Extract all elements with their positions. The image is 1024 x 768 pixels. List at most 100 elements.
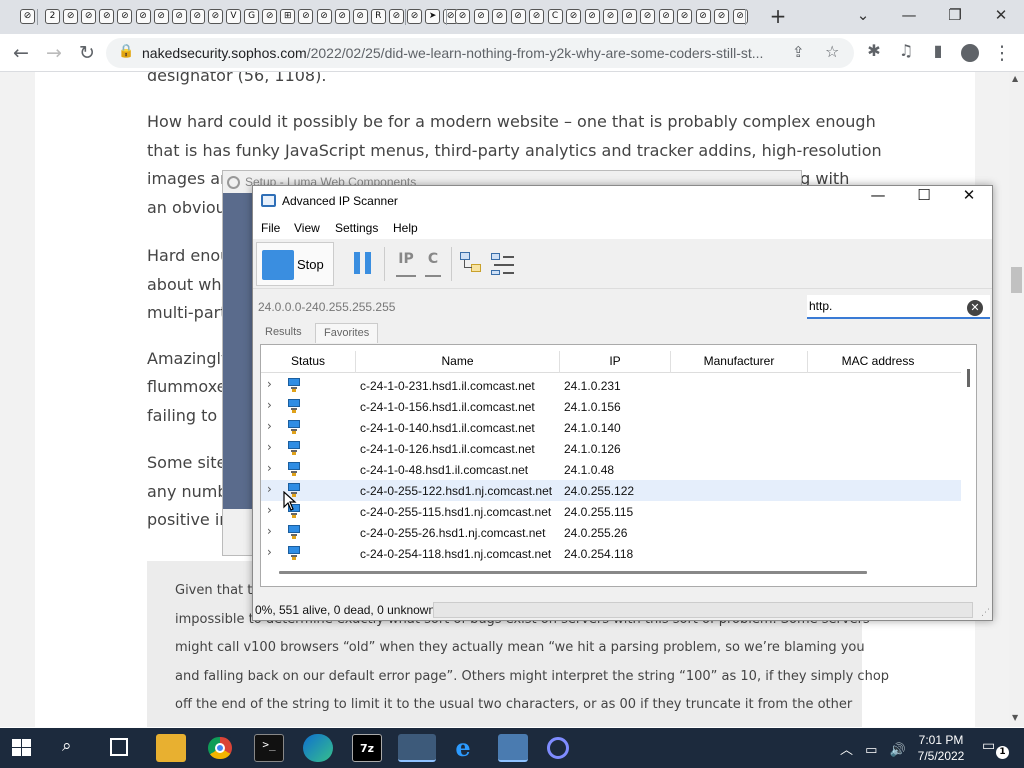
search-input[interactable] [807,295,990,319]
scanner-minimize-icon[interactable]: — [855,186,901,216]
extensions-icon[interactable]: ✱ [862,41,886,65]
show-hidden-icons-icon[interactable]: ︿ [840,743,853,758]
scroll-thumb[interactable] [1011,267,1022,293]
file-explorer-icon[interactable] [156,734,186,762]
tab-favicon[interactable]: ⊘ [473,9,489,24]
scroll-up-icon[interactable]: ▲ [1012,74,1018,83]
browser-menu-icon[interactable]: ⋮ [990,41,1014,65]
table-row[interactable]: › c-24-0-255-122.hsd1.nj.comcast.net 24.0.… [261,480,961,501]
internet-explorer-icon[interactable]: e [448,734,478,762]
class-c-subnet-button[interactable]: C [425,251,441,277]
scanner-close-icon[interactable]: ✕ [946,186,992,216]
expand-chevron-icon[interactable]: › [267,482,272,496]
tab-favicon[interactable]: ➤ [425,9,441,24]
expand-chevron-icon[interactable]: › [267,440,272,454]
scroll-down-icon[interactable]: ▼ [1012,713,1018,722]
table-row[interactable]: › c-24-1-0-126.hsd1.il.comcast.net 24.1.0.… [261,438,961,459]
notification-center-icon[interactable]: ▭ 1 [982,738,1009,759]
ip-scanner-window[interactable]: Advanced IP Scanner — ☐ ✕ File View Sett… [252,185,993,621]
tab-favicon[interactable]: ⊘ [262,9,278,24]
collapse-all-icon[interactable] [491,252,515,276]
results-grid[interactable]: Status Name IP Manufacturer MAC address … [260,344,977,587]
tab-favicon[interactable]: ⊘ [388,9,404,24]
grid-vertical-scrollbar[interactable] [967,369,970,387]
tab-favicon[interactable]: ⊘ [135,9,151,24]
new-tab-button[interactable]: + [768,4,788,28]
lock-icon[interactable]: 🔒 [118,44,134,59]
table-row[interactable]: › c-24-0-255-26.hsd1.nj.comcast.net 24.0.2… [261,522,961,543]
tab-favicon[interactable]: ⊘ [99,9,115,24]
tab-favicon[interactable]: ⊘ [492,9,507,24]
menu-file[interactable]: File [261,221,280,235]
tab-favicon[interactable]: ⊘ [334,9,350,24]
column-status[interactable]: Status [261,354,355,368]
tab-favicon[interactable]: ⊘ [677,9,692,24]
media-control-icon[interactable]: ♫ [894,41,918,65]
volume-icon[interactable]: 🔊 [890,743,906,758]
share-icon[interactable]: ⇪ [792,43,805,61]
tab-favicon[interactable]: ⊘ [207,9,223,24]
task-view-icon[interactable] [110,738,128,756]
tab-favicon[interactable]: ⊘ [510,9,526,24]
network-app-icon[interactable] [498,734,528,762]
scanner-title-bar[interactable]: Advanced IP Scanner — ☐ ✕ [253,186,992,217]
expand-chevron-icon[interactable]: › [267,419,272,433]
column-ip[interactable]: IP [560,354,670,368]
reload-icon[interactable]: ↻ [75,41,99,65]
restore-icon[interactable]: ❐ [932,0,978,32]
taskbar-clock[interactable]: 7:01 PM 7/5/2022 [917,732,965,764]
table-row[interactable]: › c-24-1-0-156.hsd1.il.comcast.net 24.1.0.… [261,396,961,417]
tab-favicon[interactable]: ⊞ [280,9,296,24]
clear-search-icon[interactable]: ✕ [967,300,983,316]
tab-favicon[interactable]: ⊘ [20,9,35,24]
expand-all-icon[interactable] [460,252,484,276]
tab-favicon[interactable]: 2 [45,9,60,24]
menu-view[interactable]: View [294,221,320,235]
ip-range-input[interactable] [256,296,800,318]
chrome-icon[interactable] [205,734,235,762]
tab-favicon[interactable]: ⊘ [171,9,187,24]
expand-chevron-icon[interactable]: › [267,398,272,412]
table-row[interactable]: › c-24-1-0-231.hsd1.il.comcast.net 24.1.0.… [261,375,961,396]
table-row[interactable]: › c-24-0-254-118.hsd1.nj.comcast.net 24.0.… [261,543,961,564]
edge-icon[interactable] [303,734,333,762]
tab-favicon[interactable]: ⊘ [640,9,655,24]
menu-help[interactable]: Help [393,221,418,235]
column-mac-address[interactable]: MAC address [808,354,948,368]
close-window-icon[interactable]: ✕ [978,0,1024,32]
tab-favicon[interactable]: ⊘ [584,9,600,24]
expand-chevron-icon[interactable]: › [267,545,272,559]
ip-scanner-taskbar-icon[interactable] [398,734,436,762]
bookmark-star-icon[interactable]: ☆ [825,42,839,61]
expand-chevron-icon[interactable]: › [267,461,272,475]
pause-button[interactable] [354,252,372,274]
tab-favicon[interactable]: ⊘ [316,9,332,24]
tab-favicon[interactable]: C [547,9,563,24]
tab-favicon[interactable]: ⊘ [714,9,729,24]
side-panel-icon[interactable]: ▮ [926,41,950,65]
tab-favicon[interactable]: ⊘ [81,9,97,24]
page-scrollbar[interactable]: ▲ ▼ [1009,72,1024,727]
tab-favicon[interactable]: V [226,9,241,24]
tab-favicon[interactable]: ⊘ [529,9,544,24]
menu-settings[interactable]: Settings [335,221,378,235]
tab-favicon[interactable]: ⊘ [455,9,470,24]
scanner-maximize-icon[interactable]: ☐ [901,186,947,216]
tab-search-icon[interactable]: ⌄ [840,0,886,32]
tab-favicon[interactable]: ⊘ [298,9,314,24]
expand-chevron-icon[interactable]: › [267,377,272,391]
tab-favicon[interactable]: ⊘ [621,9,637,24]
forward-icon[interactable]: → [42,41,66,65]
column-name[interactable]: Name [356,354,559,368]
tab-favicon[interactable]: ⊘ [63,9,79,24]
tab-favicon[interactable]: R [370,9,386,24]
expand-chevron-icon[interactable]: › [267,503,272,517]
table-row[interactable]: › c-24-1-0-140.hsd1.il.comcast.net 24.1.0.… [261,417,961,438]
tab-favicon[interactable]: ⊘ [153,9,169,24]
grid-horizontal-scrollbar[interactable] [279,571,867,574]
resize-grip-icon[interactable]: ⋰ [981,608,990,618]
search-icon[interactable]: ⌕ [62,736,72,756]
tab-favorites[interactable]: Favorites [315,323,379,343]
minimize-icon[interactable]: — [886,0,932,32]
tab-favicon[interactable]: ⊘ [407,9,422,24]
